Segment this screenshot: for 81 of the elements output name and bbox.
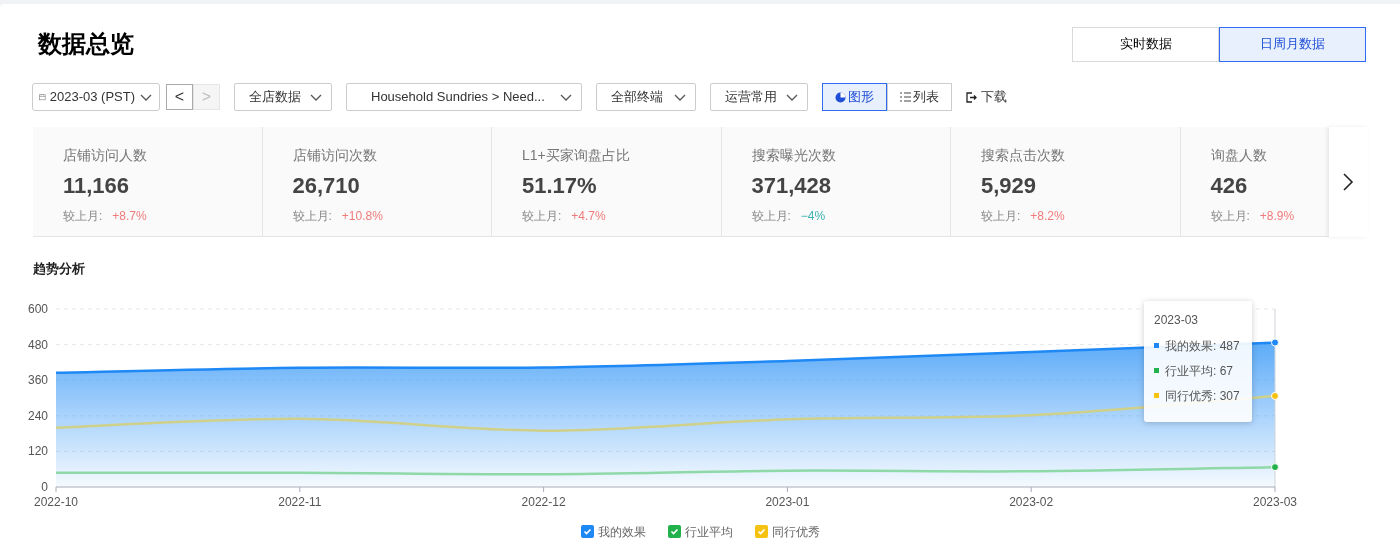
metric-label: 店铺访问人数 <box>63 147 148 163</box>
compare-label: 较上月: <box>522 209 562 223</box>
compare-label: 较上月: <box>292 209 332 223</box>
view-tab[interactable]: 日周月数据 <box>1219 26 1366 62</box>
section-title: 趋势分析 <box>33 260 86 278</box>
metric-label: 搜索点击次数 <box>981 147 1066 163</box>
legend-label[interactable]: 同行优秀 <box>771 522 820 541</box>
x-axis-label: 2022-12 <box>521 494 566 509</box>
filter-dropdown[interactable]: 全店数据 <box>234 83 332 111</box>
pie-chart-icon <box>835 91 846 103</box>
check-icon <box>669 527 679 536</box>
download-button[interactable]: 下载 <box>966 87 1007 107</box>
x-axis-label: 2023-01 <box>765 494 810 509</box>
metric-card[interactable]: 店铺访问人数 11,166 较上月: +8.7% <box>33 127 263 236</box>
metric-change: +4.7% <box>571 209 606 223</box>
date-value: 2023-03 (PST) <box>49 88 135 107</box>
legend-checkbox[interactable] <box>754 525 768 538</box>
x-axis-label: 2023-03 <box>1253 494 1297 509</box>
x-axis-label: 2023-02 <box>1009 494 1054 509</box>
check-icon <box>756 527 766 536</box>
tooltip-value: 行业平均: 67 <box>1165 362 1233 380</box>
dropdown-value: 全部终端 <box>611 88 663 107</box>
dropdown-value: Household Sundries > Need... <box>371 88 545 107</box>
metric-value: 5,929 <box>981 173 1038 199</box>
metric-value: 426 <box>1210 173 1249 199</box>
check-icon <box>582 527 592 536</box>
prev-button[interactable]: < <box>166 84 193 110</box>
data-point <box>1271 338 1279 346</box>
page-title: 数据总览 <box>38 29 134 59</box>
metric-label: L1+买家询盘占比 <box>522 147 631 163</box>
filter-dropdown[interactable]: Household Sundries > Need... <box>346 83 582 111</box>
legend-label[interactable]: 我的效果 <box>597 522 646 541</box>
dropdown-value: 运营常用 <box>725 88 777 107</box>
metric-value: 11,166 <box>63 173 131 199</box>
data-point <box>1271 462 1279 471</box>
tooltip-value: 我的效果: 487 <box>1165 337 1240 355</box>
y-axis-label: 0 <box>41 479 48 494</box>
metric-change: −4% <box>800 209 826 223</box>
export-icon <box>966 91 977 103</box>
metric-label: 店铺访问次数 <box>292 147 378 163</box>
metric-label: 搜索曝光次数 <box>751 147 837 163</box>
legend-label[interactable]: 行业平均 <box>684 522 733 541</box>
legend-checkbox[interactable] <box>667 525 681 538</box>
legend-checkbox[interactable] <box>580 525 594 538</box>
metric-change: +8.9% <box>1259 209 1295 223</box>
metric-change: +10.8% <box>341 209 383 223</box>
metric-change: +8.2% <box>1030 209 1065 223</box>
list-icon <box>900 92 911 102</box>
compare-label: 较上月: <box>981 209 1021 223</box>
chevron-right-icon <box>1342 172 1355 192</box>
metric-card[interactable]: 询盘人数 426 较上月: +8.9% <box>1180 127 1329 236</box>
tooltip-value: 同行优秀: 307 <box>1165 387 1240 405</box>
y-axis-label: 240 <box>27 408 48 423</box>
compare-label: 较上月: <box>1210 209 1250 223</box>
compare-label: 较上月: <box>63 209 103 223</box>
filter-dropdown[interactable]: 运营常用 <box>710 83 808 111</box>
date-picker[interactable]: 2023-03 (PST) <box>32 83 160 111</box>
view-tab[interactable]: 实时数据 <box>1072 26 1219 62</box>
y-axis-label: 480 <box>27 337 48 352</box>
metric-value: 26,710 <box>292 173 361 199</box>
y-axis-label: 120 <box>27 443 48 458</box>
metric-card[interactable]: 店铺访问次数 26,710 较上月: +10.8% <box>262 127 492 236</box>
y-axis-label: 360 <box>27 372 48 387</box>
x-axis-label: 2022-11 <box>278 494 322 509</box>
tooltip-title: 2023-03 <box>1154 311 1200 329</box>
metric-value: 371,428 <box>751 173 833 199</box>
calendar-icon <box>39 91 46 103</box>
metric-label: 询盘人数 <box>1210 147 1268 163</box>
display-mode-tab[interactable]: 列表 <box>887 83 952 111</box>
metric-card[interactable]: 搜索点击次数 5,929 较上月: +8.2% <box>951 127 1181 236</box>
metric-card[interactable]: L1+买家询盘占比 51.17% 较上月: +4.7% <box>492 127 722 236</box>
data-point <box>1271 391 1279 400</box>
display-mode-tab[interactable]: 图形 <box>822 83 887 111</box>
metric-value: 51.17% <box>522 173 598 199</box>
compare-label: 较上月: <box>751 209 791 223</box>
filter-dropdown[interactable]: 全部终端 <box>596 83 696 111</box>
x-axis-label: 2022-10 <box>34 494 78 509</box>
y-axis-label: 600 <box>27 301 48 316</box>
metric-card[interactable]: 搜索曝光次数 371,428 较上月: −4% <box>721 127 951 236</box>
dropdown-value: 全店数据 <box>249 88 301 107</box>
metric-change: +8.7% <box>112 209 147 223</box>
